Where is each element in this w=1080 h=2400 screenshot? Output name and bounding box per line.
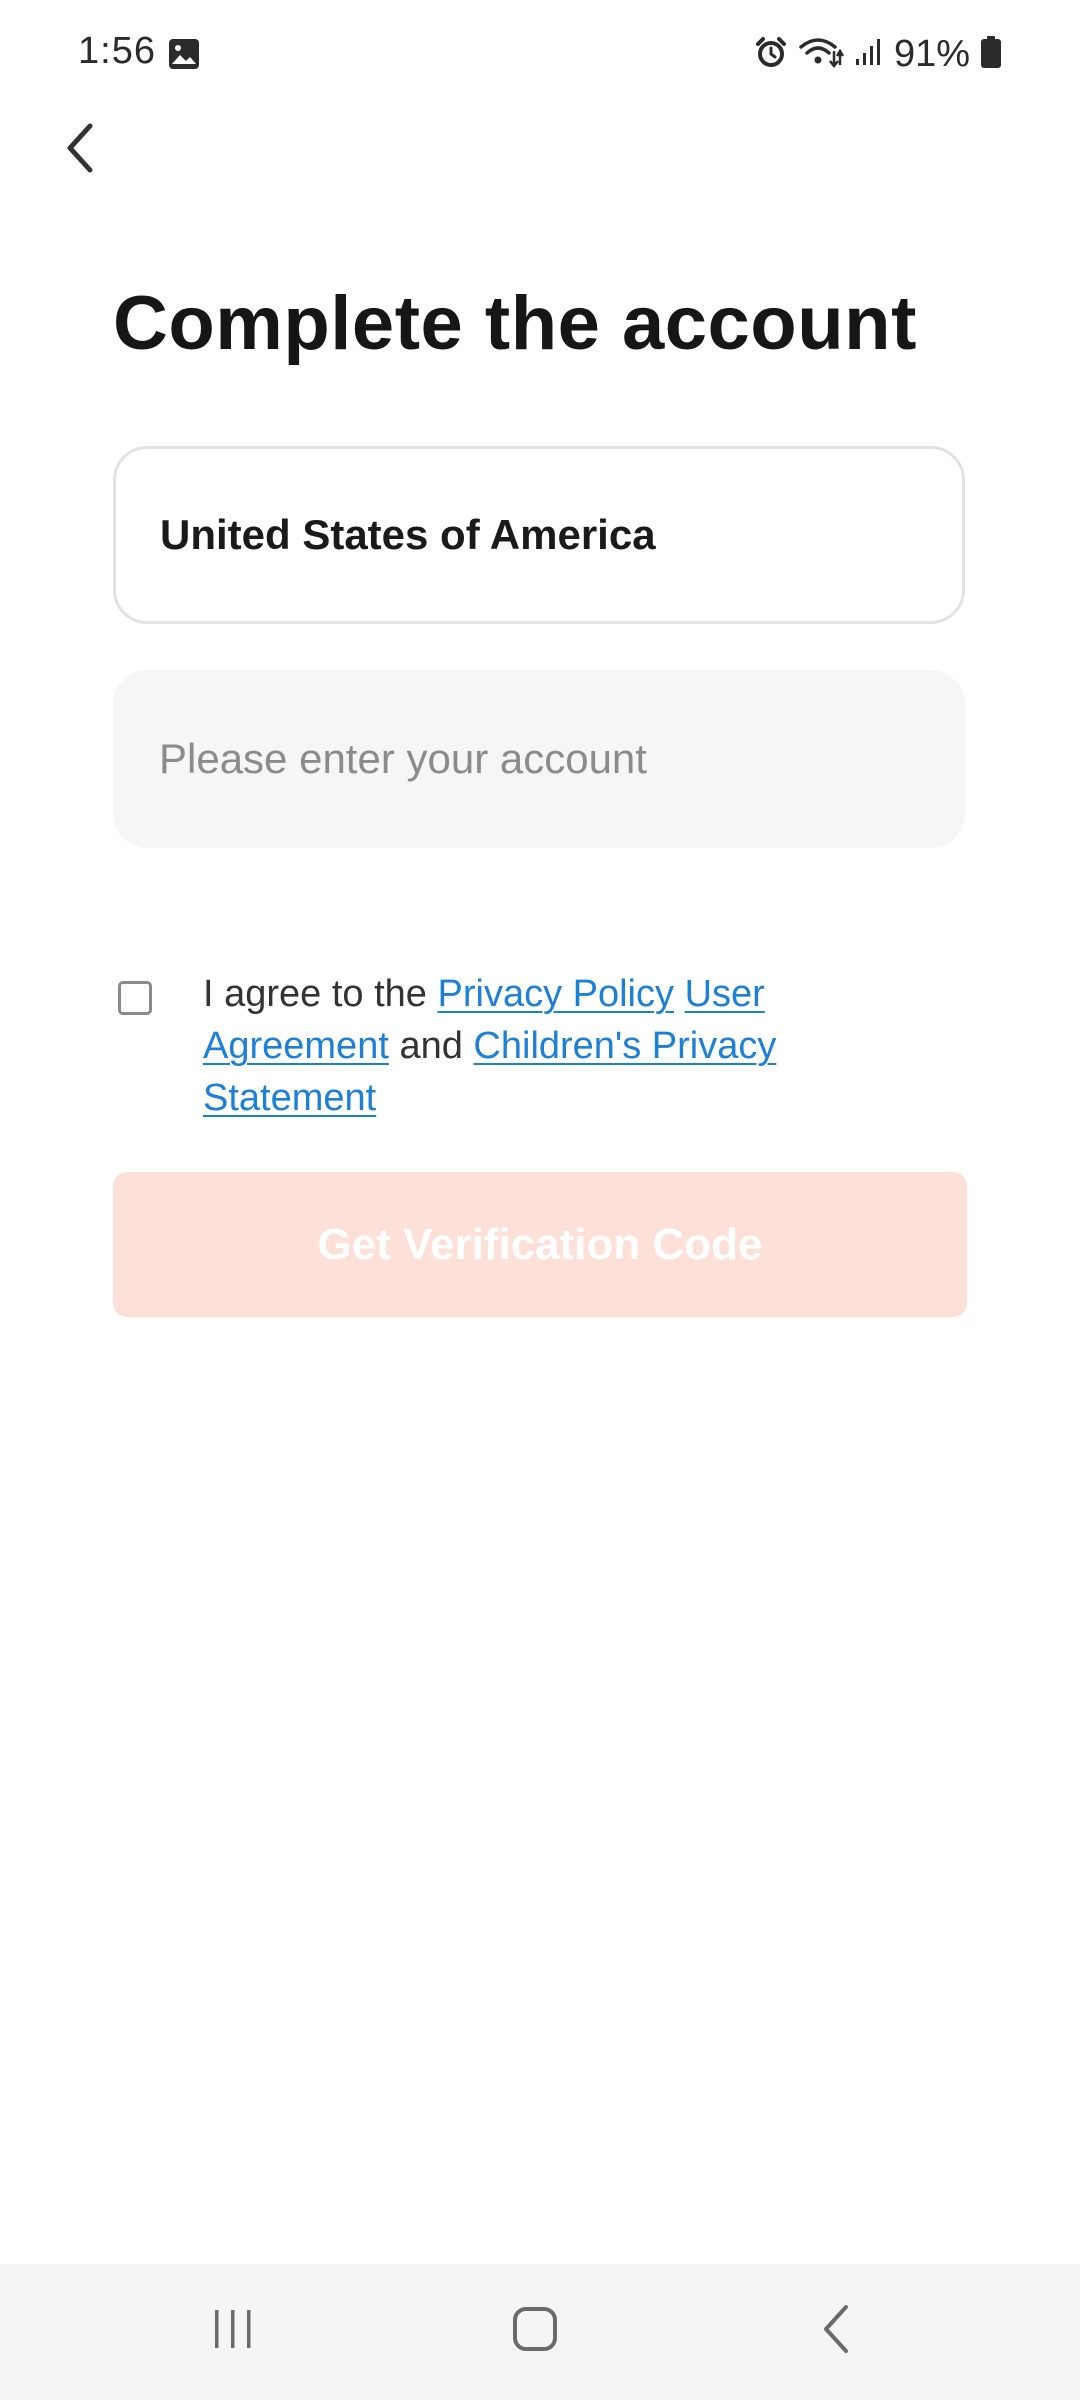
country-value: United States of America (160, 511, 656, 558)
status-time: 1:56 (78, 30, 156, 72)
home-icon (511, 2305, 559, 2358)
page-title: Complete the account (113, 281, 917, 366)
signal-icon (854, 37, 884, 72)
status-icons: 91% (754, 30, 1002, 78)
recents-button[interactable] (183, 2286, 283, 2376)
privacy-policy-link[interactable]: Privacy Policy (438, 973, 675, 1015)
wifi-icon (798, 35, 845, 74)
agree-checkbox[interactable] (118, 981, 152, 1015)
agreement-prefix: I agree to the (203, 973, 427, 1015)
status-bar: 1:56 91% (0, 0, 1080, 110)
verify-button-label: Get Verification Code (317, 1219, 763, 1269)
screen: 1:56 91% Complete the account United Sta… (0, 0, 1080, 2400)
account-input[interactable] (157, 734, 921, 784)
home-button[interactable] (485, 2286, 585, 2376)
chevron-left-icon (60, 120, 100, 181)
country-selector[interactable]: United States of America (113, 446, 965, 624)
agreement-conjunction: and (399, 1025, 463, 1067)
account-field[interactable] (113, 670, 965, 848)
agreement-text: I agree to the Privacy Policy User Agree… (203, 968, 843, 1124)
back-button[interactable] (48, 118, 112, 182)
system-nav-bar (0, 2264, 1080, 2400)
battery-icon (980, 35, 1002, 74)
alarm-icon (754, 35, 788, 74)
battery-percent: 91% (893, 32, 970, 75)
get-verification-code-button[interactable]: Get Verification Code (113, 1172, 967, 1317)
back-icon (818, 2303, 858, 2360)
gallery-icon (168, 38, 200, 70)
nav-back-button[interactable] (788, 2286, 888, 2376)
recents-icon (210, 2306, 256, 2357)
